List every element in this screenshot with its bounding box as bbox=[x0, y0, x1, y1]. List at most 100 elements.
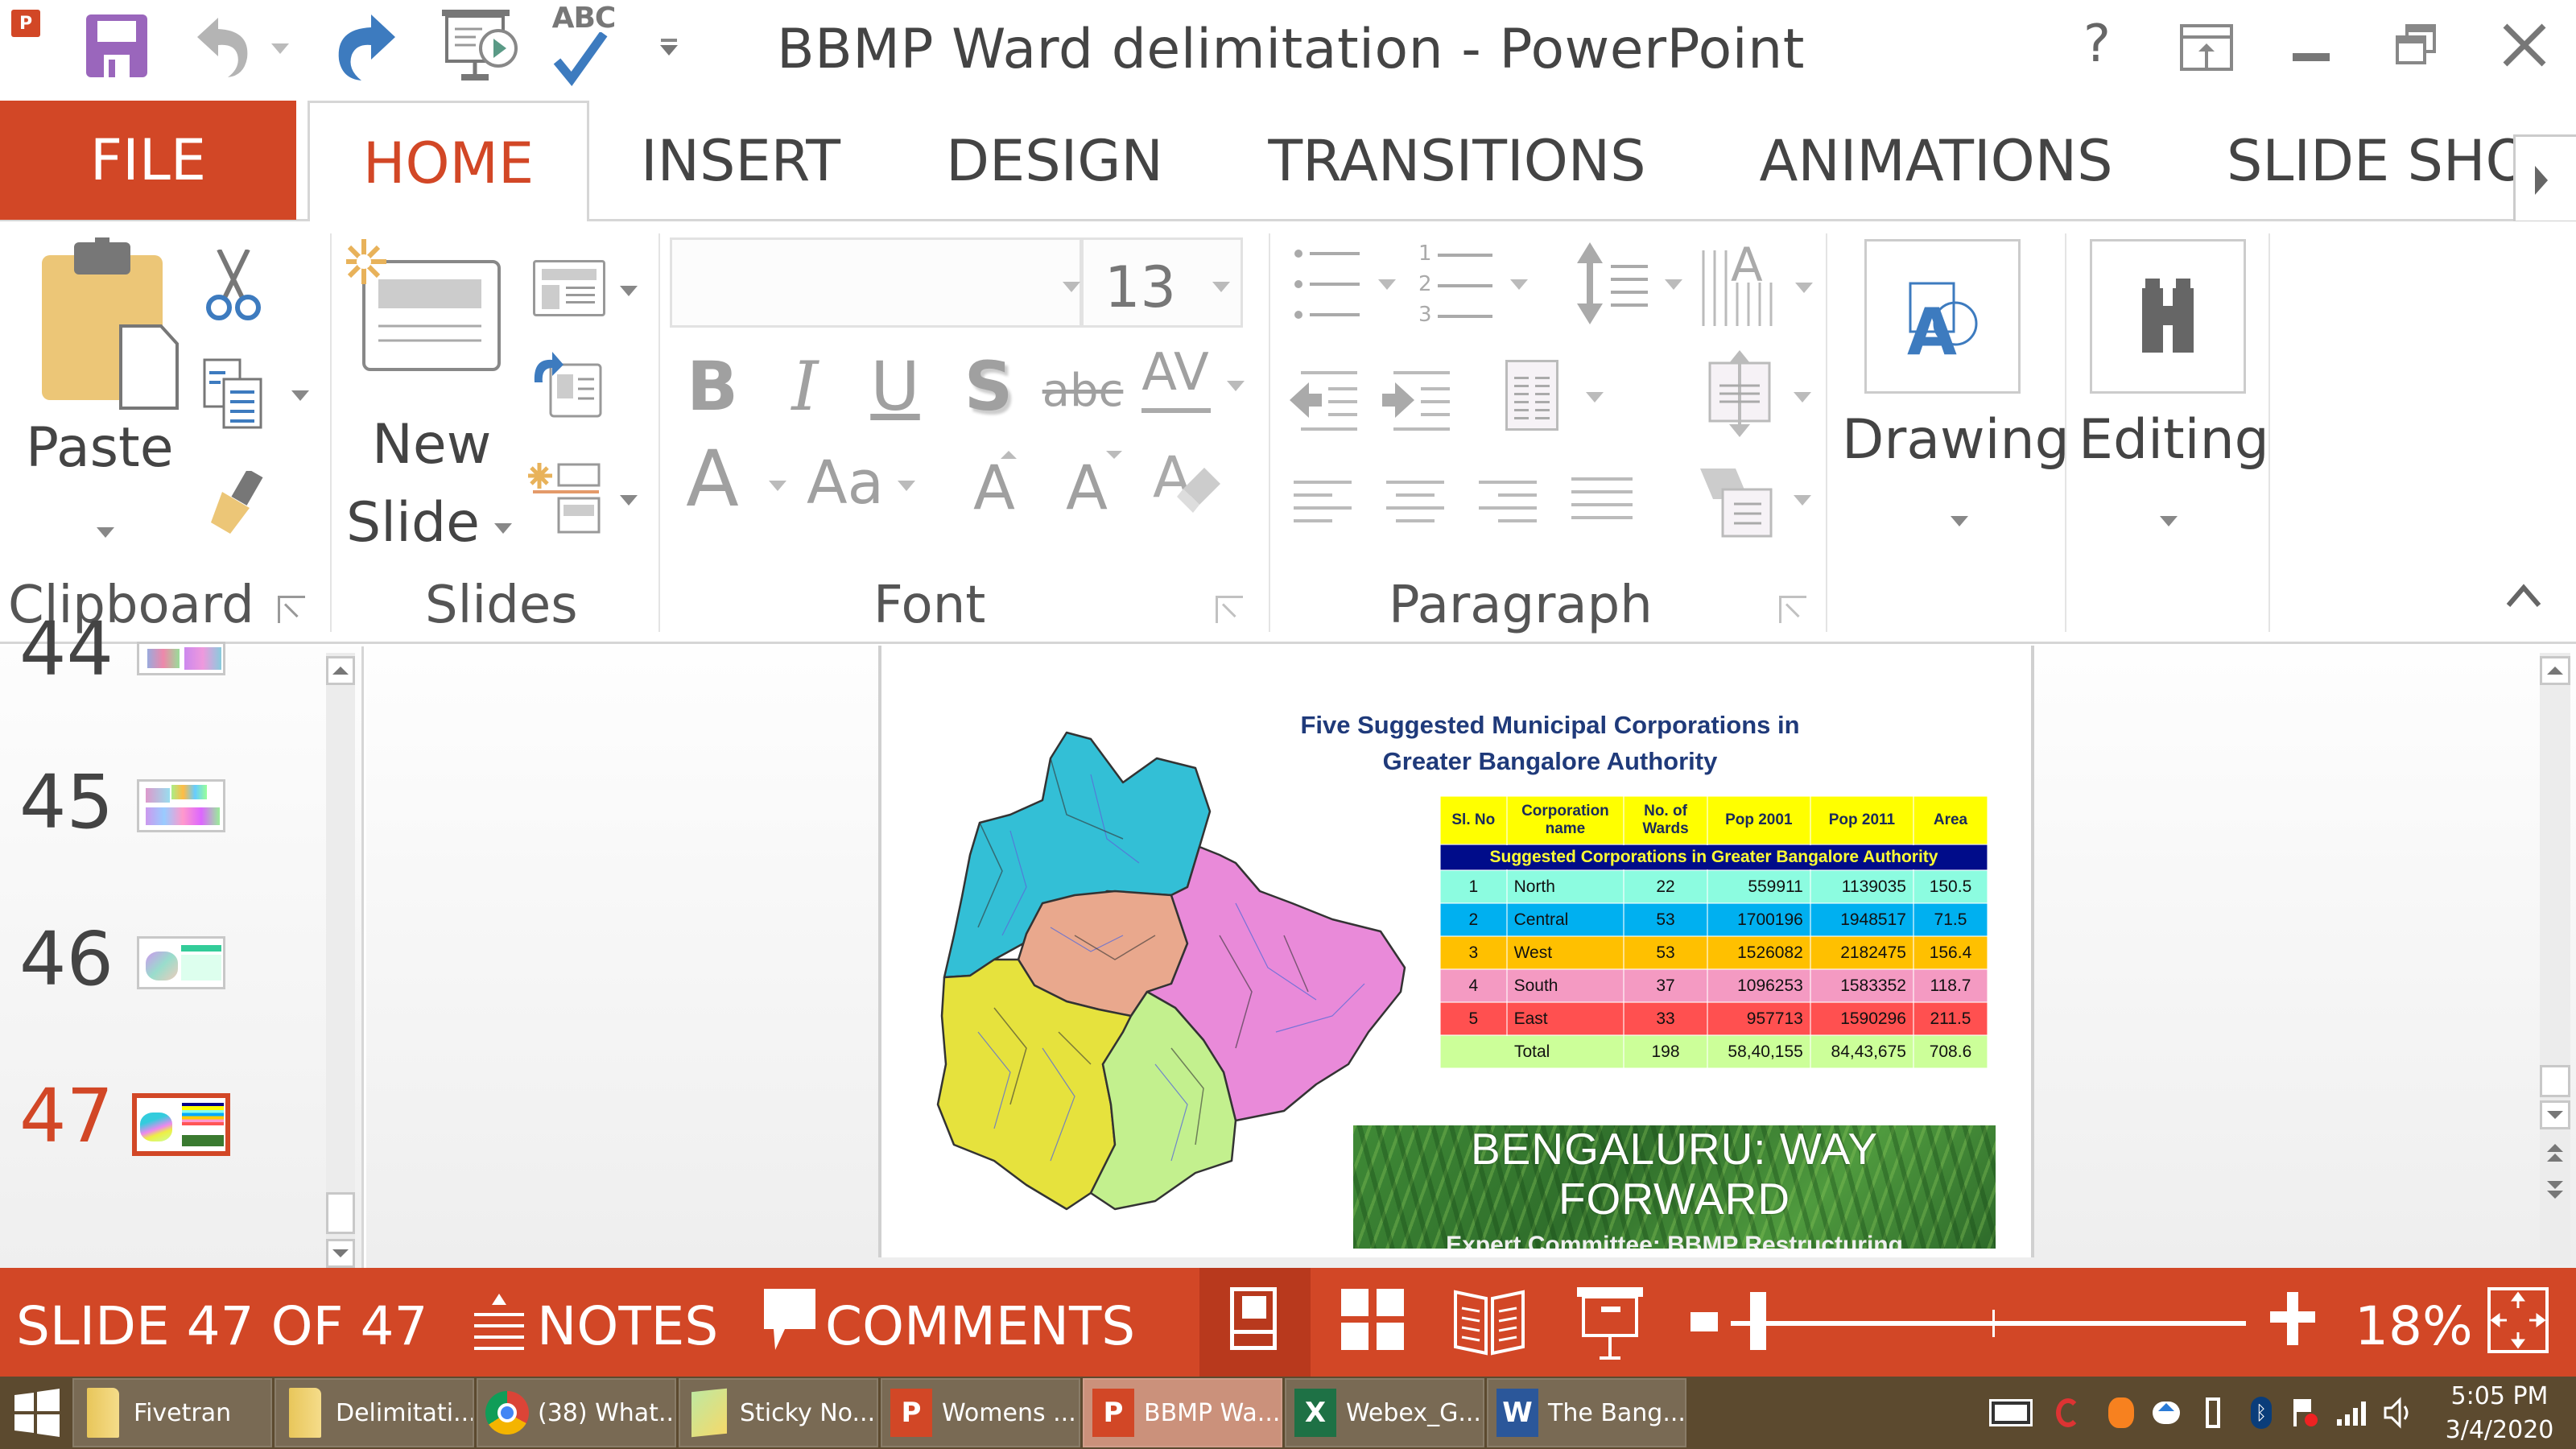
undo-icon[interactable] bbox=[189, 13, 262, 79]
help-button[interactable]: ? bbox=[2061, 14, 2133, 74]
taskbar-item[interactable]: Delimitati... bbox=[275, 1378, 474, 1447]
thumbnail-scroll-thumb[interactable] bbox=[326, 1192, 355, 1234]
new-slide-button[interactable]: New Slide bbox=[343, 237, 515, 555]
numbering-dropdown[interactable] bbox=[1510, 279, 1528, 290]
format-painter-icon[interactable] bbox=[200, 469, 272, 535]
comments-button[interactable]: COMMENTS bbox=[761, 1284, 1147, 1364]
taskbar-item[interactable]: X Webex_G... bbox=[1285, 1378, 1484, 1447]
zoom-slider-thumb[interactable] bbox=[1750, 1292, 1766, 1350]
text-direction-dropdown[interactable] bbox=[1795, 283, 1813, 293]
tab-file[interactable]: FILE bbox=[0, 101, 296, 220]
align-left-button[interactable] bbox=[1292, 479, 1355, 527]
redo-icon[interactable] bbox=[326, 10, 400, 80]
notes-button[interactable]: NOTES bbox=[471, 1286, 718, 1366]
tab-insert[interactable]: INSERT bbox=[612, 101, 869, 221]
change-case-dropdown[interactable] bbox=[898, 481, 915, 491]
line-spacing-button[interactable] bbox=[1574, 239, 1654, 328]
close-icon[interactable] bbox=[2500, 21, 2549, 69]
avast-icon[interactable] bbox=[2104, 1394, 2138, 1431]
font-name-combobox[interactable] bbox=[670, 237, 1082, 328]
slide-thumbnail-47[interactable] bbox=[132, 1093, 230, 1156]
zoom-slider[interactable] bbox=[1731, 1292, 2246, 1356]
bullets-button[interactable] bbox=[1292, 246, 1364, 326]
fit-slide-button[interactable] bbox=[2487, 1287, 2549, 1353]
powerpoint-logo-icon[interactable]: P bbox=[11, 10, 40, 37]
start-slideshow-icon[interactable] bbox=[439, 6, 519, 84]
thumbnail-scrollbar[interactable] bbox=[326, 653, 355, 1268]
save-icon[interactable] bbox=[85, 13, 149, 79]
cut-icon[interactable] bbox=[201, 248, 266, 322]
columns-button[interactable] bbox=[1505, 360, 1558, 431]
align-text-button[interactable] bbox=[1705, 350, 1777, 437]
undo-dropdown[interactable] bbox=[271, 43, 289, 54]
zoom-level[interactable]: 18% bbox=[2355, 1295, 2473, 1357]
main-scroll-down[interactable] bbox=[2540, 1100, 2570, 1129]
tab-design[interactable]: DESIGN bbox=[926, 101, 1183, 221]
italic-button[interactable]: I bbox=[773, 342, 837, 431]
reading-view-button[interactable] bbox=[1449, 1286, 1530, 1358]
cloud-upload-icon[interactable] bbox=[2149, 1394, 2183, 1431]
taskbar-item[interactable]: P BBMP Wa... bbox=[1083, 1378, 1282, 1447]
start-button[interactable] bbox=[0, 1377, 72, 1449]
zoom-in-button[interactable] bbox=[2270, 1292, 2315, 1345]
next-slide-button[interactable] bbox=[2547, 1181, 2563, 1205]
ribbon-display-options-icon[interactable] bbox=[2180, 24, 2233, 71]
paste-dropdown[interactable] bbox=[97, 527, 114, 538]
ccleaner-icon[interactable] bbox=[2051, 1394, 2085, 1431]
character-spacing-button[interactable]: AV bbox=[1135, 334, 1216, 411]
change-case-button[interactable]: Aa bbox=[797, 443, 894, 523]
network-signal-icon[interactable] bbox=[2334, 1394, 2368, 1431]
thumbnail-scroll-up[interactable] bbox=[326, 656, 355, 685]
main-scroll-up[interactable] bbox=[2540, 656, 2570, 685]
font-size-combobox[interactable]: 13 bbox=[1082, 237, 1243, 328]
normal-view-button[interactable] bbox=[1199, 1268, 1311, 1377]
bold-button[interactable]: B bbox=[680, 342, 745, 431]
font-size-dropdown[interactable] bbox=[1212, 282, 1230, 292]
copy-icon[interactable] bbox=[201, 357, 266, 431]
slide-thumbnail-44[interactable] bbox=[137, 642, 225, 675]
main-scrollbar[interactable] bbox=[2540, 653, 2570, 1265]
taskbar-item[interactable]: Fivetran bbox=[72, 1378, 272, 1447]
text-direction-button[interactable]: A bbox=[1699, 237, 1787, 331]
battery-icon[interactable] bbox=[2196, 1394, 2230, 1431]
increase-font-size-button[interactable]: A bbox=[962, 439, 1026, 535]
bullets-dropdown[interactable] bbox=[1378, 279, 1396, 290]
increase-indent-button[interactable] bbox=[1381, 368, 1453, 432]
action-center-icon[interactable] bbox=[2286, 1394, 2320, 1431]
copy-dropdown[interactable] bbox=[291, 390, 309, 401]
convert-to-smartart-button[interactable] bbox=[1699, 467, 1779, 539]
line-spacing-dropdown[interactable] bbox=[1665, 279, 1682, 290]
paragraph-dialog-launcher[interactable] bbox=[1779, 596, 1806, 623]
minimize-icon[interactable] bbox=[2293, 53, 2330, 61]
section-icon[interactable] bbox=[526, 461, 605, 534]
taskbar-item[interactable]: (38) What... bbox=[477, 1378, 676, 1447]
drawing-dropdown[interactable] bbox=[1951, 516, 1968, 526]
tab-animations[interactable]: ANIMATIONS bbox=[1739, 101, 2133, 221]
decrease-indent-button[interactable] bbox=[1288, 368, 1360, 432]
tabs-scroll-right-button[interactable] bbox=[2513, 134, 2576, 223]
clock[interactable]: 5:05 PM 3/4/2020 bbox=[2431, 1380, 2568, 1447]
taskbar-item[interactable]: Sticky No... bbox=[679, 1378, 878, 1447]
main-scroll-thumb[interactable] bbox=[2540, 1065, 2570, 1097]
slide-canvas[interactable]: Five Suggested Municipal Corporations in… bbox=[878, 646, 2034, 1257]
font-color-dropdown[interactable] bbox=[769, 481, 786, 491]
slide-thumbnail-46[interactable] bbox=[137, 936, 225, 989]
smartart-dropdown[interactable] bbox=[1794, 495, 1811, 506]
slide-thumbnail-45[interactable] bbox=[137, 779, 225, 832]
spelling-icon[interactable]: ABC bbox=[547, 2, 620, 90]
clear-formatting-icon[interactable]: A bbox=[1151, 444, 1224, 527]
customize-qat-icon[interactable] bbox=[658, 39, 679, 63]
character-spacing-dropdown[interactable] bbox=[1227, 381, 1245, 391]
font-name-dropdown[interactable] bbox=[1063, 282, 1080, 292]
underline-button[interactable]: U bbox=[863, 342, 927, 431]
volume-icon[interactable] bbox=[2381, 1394, 2415, 1431]
bluetooth-icon[interactable]: ᛒ bbox=[2244, 1394, 2278, 1431]
paste-button[interactable]: Paste bbox=[16, 237, 185, 551]
touch-keyboard-icon[interactable] bbox=[1987, 1394, 2035, 1431]
slide-sorter-button[interactable] bbox=[1336, 1286, 1409, 1358]
text-shadow-button[interactable]: S bbox=[956, 342, 1021, 431]
restore-icon[interactable] bbox=[2396, 24, 2436, 64]
tab-home[interactable]: HOME bbox=[308, 101, 589, 224]
taskbar-item[interactable]: W The Bang... bbox=[1487, 1378, 1686, 1447]
zoom-out-button[interactable] bbox=[1690, 1312, 1718, 1331]
